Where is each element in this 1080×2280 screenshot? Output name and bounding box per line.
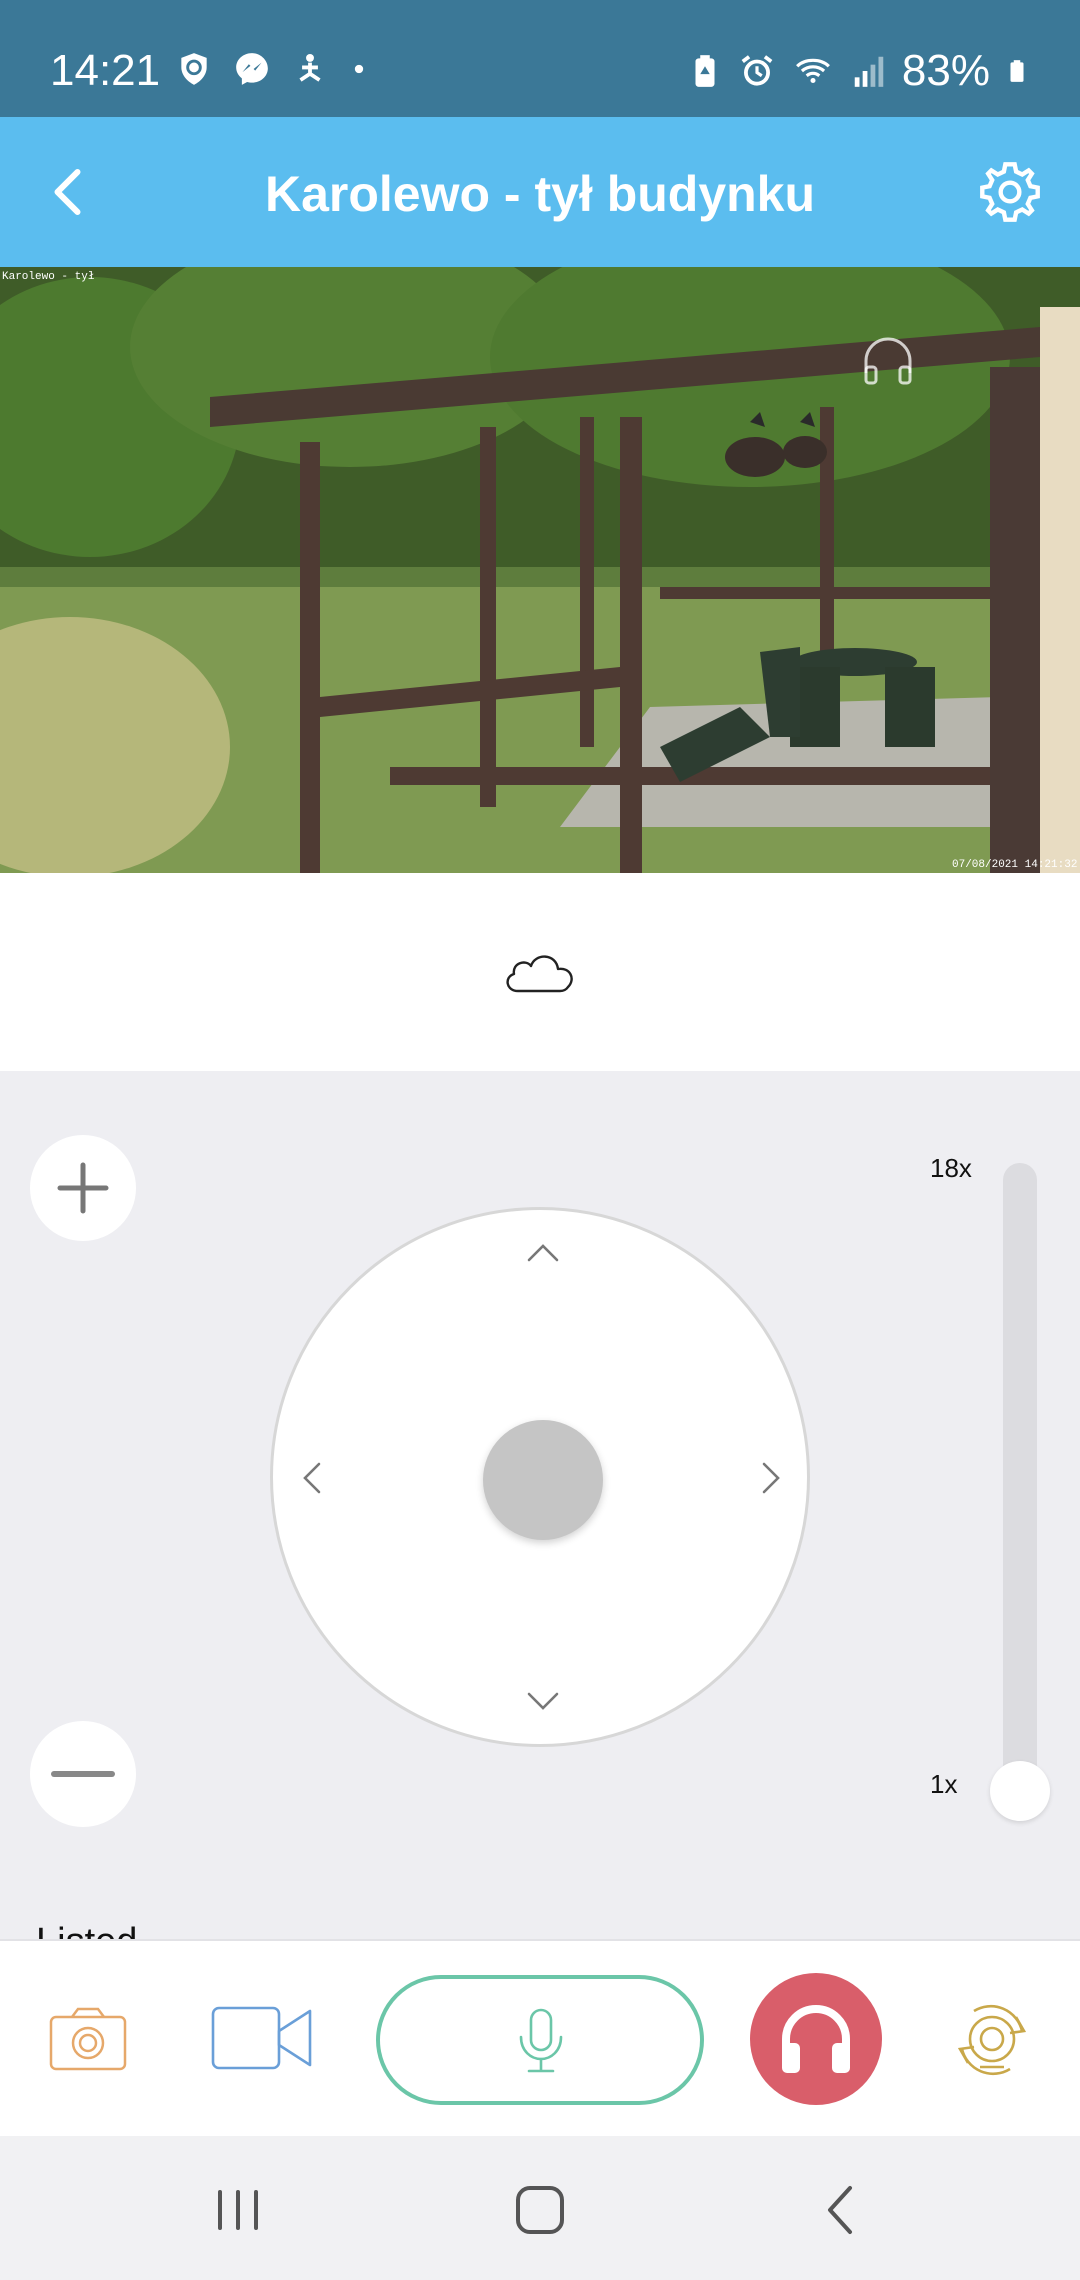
alarm-icon: [741, 55, 773, 86]
talk-button[interactable]: [376, 1975, 704, 2105]
microphone-icon: [519, 2008, 563, 2073]
wifi-icon: [795, 58, 830, 84]
bottom-toolbar: [0, 1939, 1080, 2136]
record-button[interactable]: [210, 2005, 314, 2071]
camera-video-feed[interactable]: Karolewo - tył 07/08/2021 14:21:32: [0, 267, 1080, 873]
home-button[interactable]: [510, 2180, 570, 2240]
joystick-handle[interactable]: [483, 1420, 603, 1540]
zoom-in-button[interactable]: [30, 1135, 136, 1241]
status-notification-icons: [175, 50, 369, 88]
rotate-camera-icon: [957, 2004, 1027, 2076]
vpn-shield-icon: [181, 53, 207, 85]
status-bar: 14:21 83%: [0, 0, 1080, 117]
plus-icon: [57, 1162, 109, 1214]
zoom-slider-track[interactable]: [1003, 1163, 1037, 1803]
snapshot-button[interactable]: [48, 2005, 128, 2073]
battery-icon: [1010, 60, 1024, 82]
pan-right-button[interactable]: [750, 1458, 790, 1498]
status-system-icons: 83%: [686, 46, 1030, 96]
zoom-min-label: 1x: [930, 1769, 958, 1799]
video-overlay-label: Karolewo - tył: [2, 271, 94, 283]
rotate-camera-button[interactable]: [944, 1993, 1040, 2089]
headphones-icon: [782, 2005, 850, 2073]
home-icon: [516, 2186, 564, 2234]
zoom-out-button[interactable]: [30, 1721, 136, 1827]
page-title: Karolewo - tył budynku: [264, 166, 816, 222]
camera-scene: Karolewo - tył 07/08/2021 14:21:32: [0, 267, 1080, 873]
pan-up-button[interactable]: [523, 1234, 563, 1274]
pan-left-button[interactable]: [293, 1458, 333, 1498]
battery-saver-icon: [695, 55, 715, 87]
nav-back-button[interactable]: [812, 2180, 872, 2240]
ptz-joystick[interactable]: [270, 1207, 810, 1747]
cloud-row: [0, 873, 1080, 1071]
pan-down-button[interactable]: [523, 1680, 563, 1720]
recent-apps-button[interactable]: [208, 2180, 268, 2240]
yoga-app-icon: [299, 53, 321, 82]
cloud-icon[interactable]: [500, 941, 580, 1001]
video-camera-icon: [211, 2006, 312, 2070]
recent-apps-icon: [218, 2190, 258, 2230]
camera-icon: [49, 2007, 127, 2071]
system-nav-bar: [0, 2136, 1080, 2280]
app-bar: Karolewo - tył budynku: [0, 117, 1080, 267]
battery-percent: 83%: [901, 46, 990, 95]
zoom-slider-thumb[interactable]: [990, 1761, 1050, 1821]
listen-button[interactable]: [750, 1973, 882, 2105]
status-time: 14:21: [50, 46, 161, 95]
nav-back-icon: [828, 2186, 852, 2234]
minus-icon: [51, 1771, 115, 1777]
settings-button[interactable]: [975, 157, 1045, 227]
ptz-control-panel: 18x 1x Listed: [0, 1071, 1080, 1941]
zoom-max-label: 18x: [930, 1153, 972, 1183]
gear-icon: [980, 162, 1040, 222]
video-overlay-timestamp: 07/08/2021 14:21:32: [952, 859, 1077, 871]
dot-icon: [354, 64, 364, 74]
signal-icon: [854, 56, 884, 87]
messenger-icon: [236, 53, 268, 85]
